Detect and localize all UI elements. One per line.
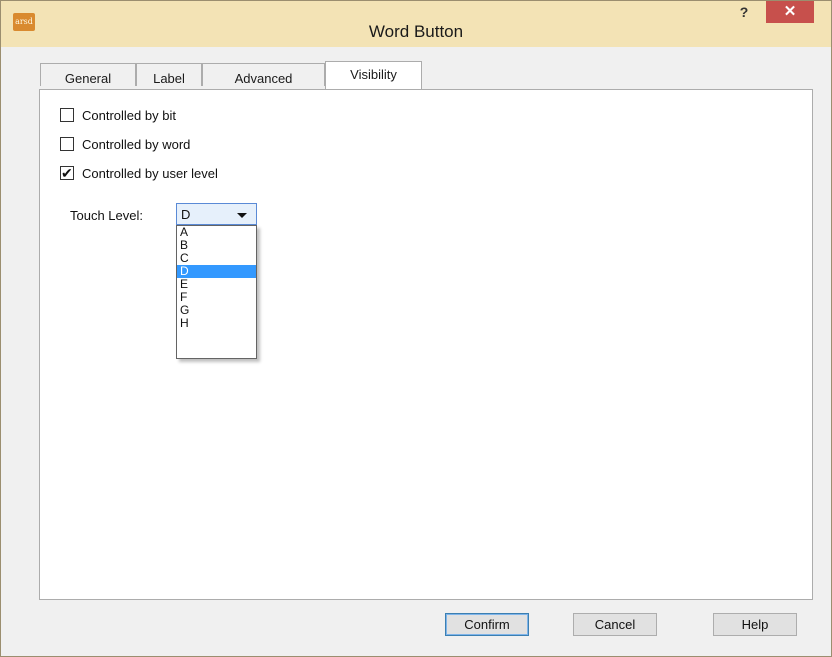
controlled-by-word-checkbox[interactable] [60, 137, 74, 151]
touch-level-select[interactable]: D [176, 203, 257, 225]
close-icon: ✕ [783, 3, 797, 20]
dropdown-option-g[interactable]: G [177, 304, 256, 317]
controlled-by-bit-option[interactable]: Controlled by bit [60, 105, 176, 125]
title-bar: arsd Word Button ? ✕ [1, 1, 831, 47]
visibility-panel: Controlled by bit Controlled by word ✔ C… [39, 89, 813, 600]
dropdown-option-h[interactable]: H [177, 317, 256, 330]
dialog-window: arsd Word Button ? ✕ General Label Advan… [0, 0, 832, 657]
dropdown-option-e[interactable]: E [177, 278, 256, 291]
controlled-by-bit-checkbox[interactable] [60, 108, 74, 122]
help-button[interactable]: Help [713, 613, 797, 636]
touch-level-value: D [181, 207, 191, 222]
checkbox-label: Controlled by user level [82, 165, 218, 181]
dialog-body: General Label Advanced Visibility Contro… [9, 47, 823, 648]
controlled-by-user-level-option[interactable]: ✔ Controlled by user level [60, 163, 218, 183]
cancel-button[interactable]: Cancel [573, 613, 657, 636]
checkbox-label: Controlled by word [82, 136, 191, 152]
touch-level-dropdown: A B C D E F G H [176, 225, 257, 359]
tab-label[interactable]: Label [136, 63, 202, 86]
close-button[interactable]: ✕ [766, 1, 814, 23]
tab-visibility[interactable]: Visibility [325, 61, 422, 89]
dropdown-option-d[interactable]: D [177, 265, 256, 278]
confirm-button[interactable]: Confirm [445, 613, 529, 636]
check-icon: ✔ [61, 165, 73, 181]
dropdown-option-a[interactable]: A [177, 226, 256, 239]
window-title: Word Button [368, 22, 464, 41]
help-icon[interactable]: ? [727, 1, 761, 23]
chevron-down-icon[interactable] [237, 213, 247, 218]
checkbox-label: Controlled by bit [82, 107, 176, 123]
tab-advanced[interactable]: Advanced [202, 63, 325, 86]
tab-general[interactable]: General [40, 63, 136, 86]
touch-level-label: Touch Level: [70, 208, 143, 223]
controlled-by-word-option[interactable]: Controlled by word [60, 134, 190, 154]
controlled-by-user-level-checkbox[interactable]: ✔ [60, 165, 74, 181]
